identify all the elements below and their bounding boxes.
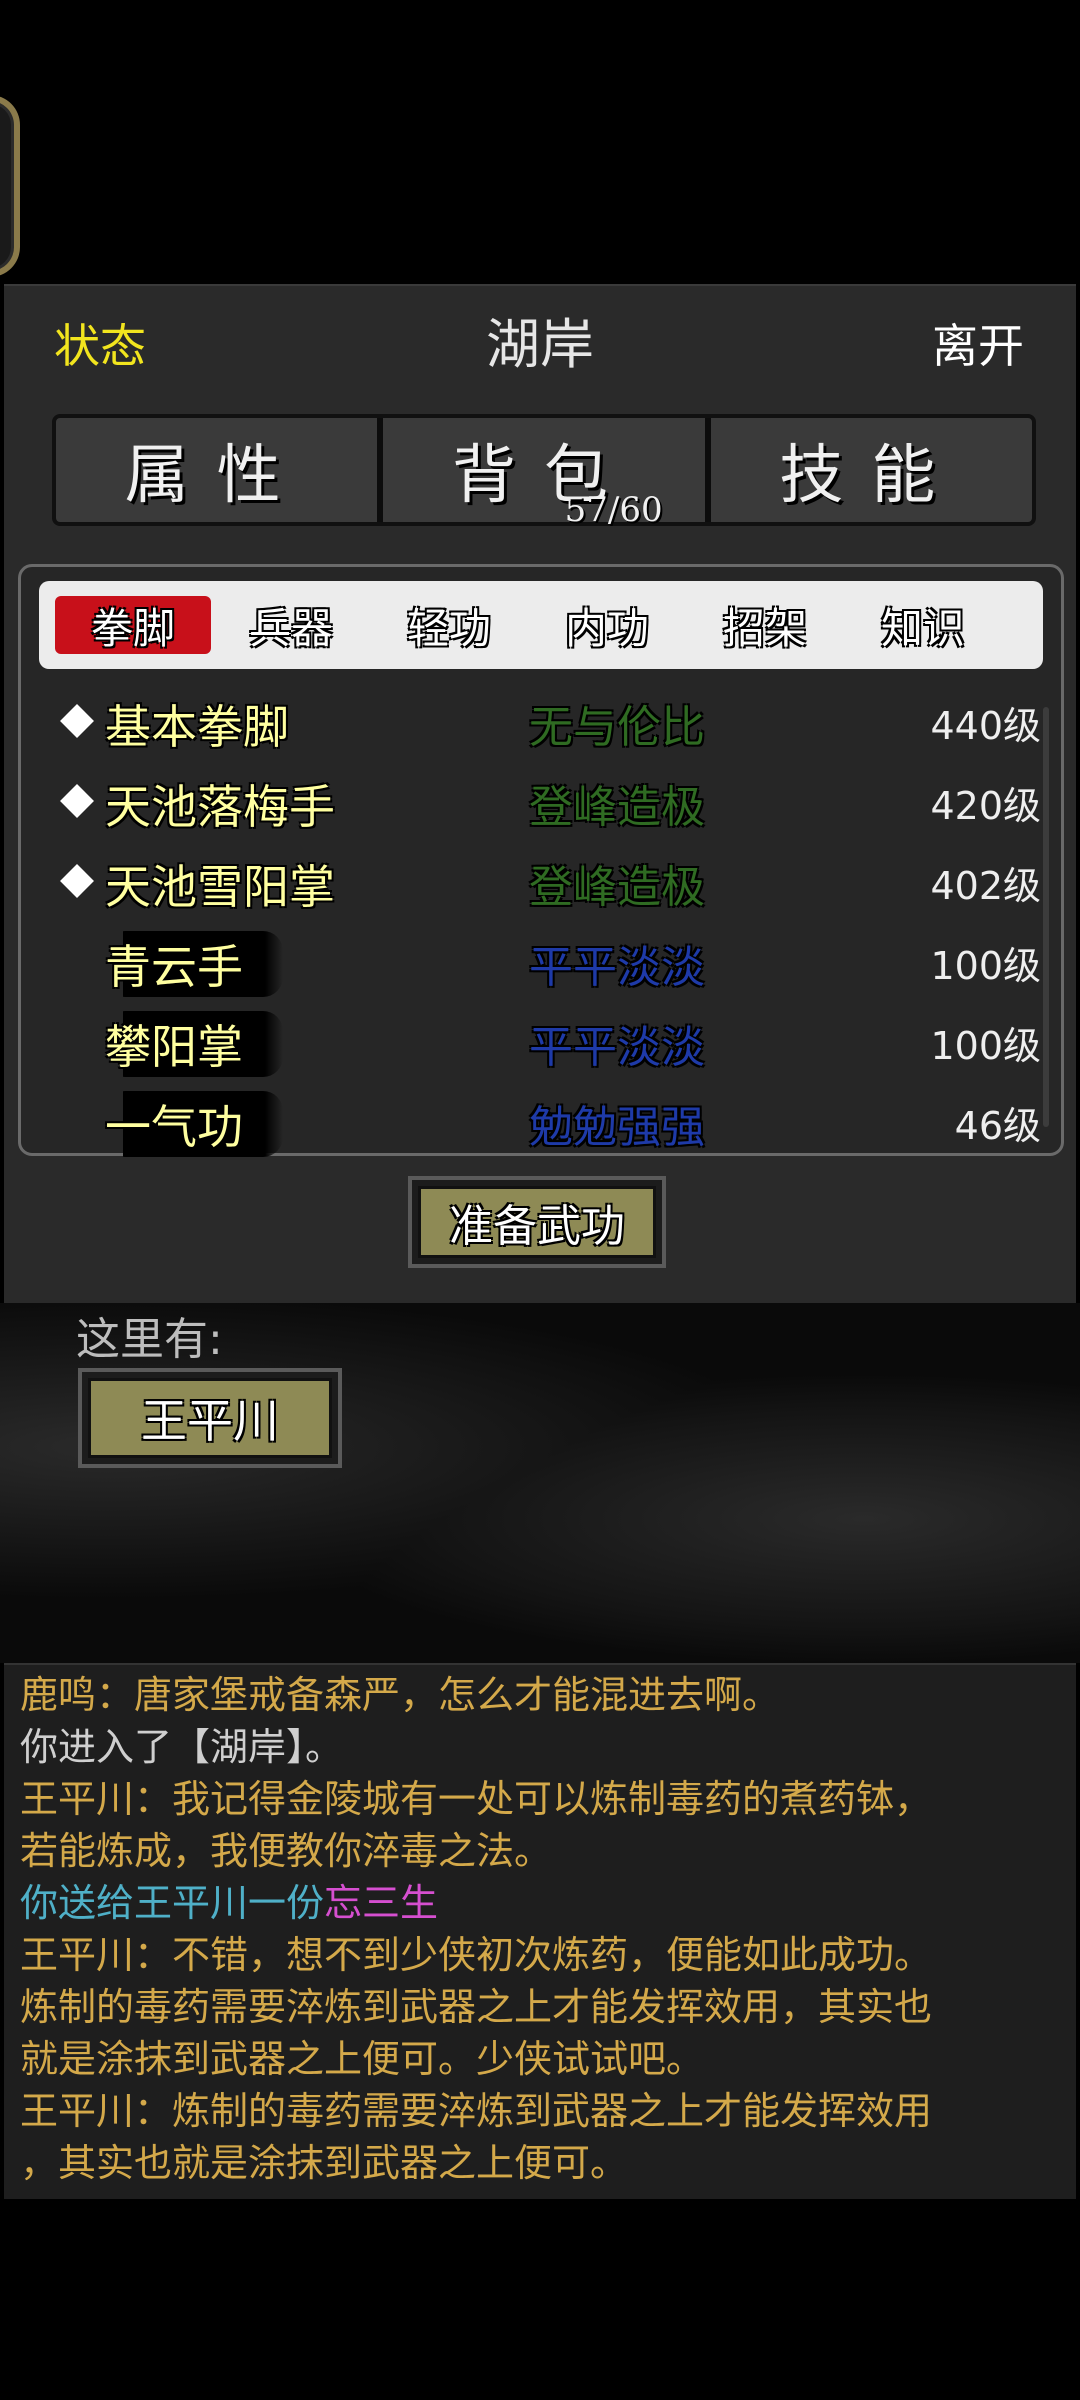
- category-parry[interactable]: 招架: [687, 596, 843, 654]
- log-line: 若能炼成，我便教你淬毒之法。: [20, 1825, 1062, 1877]
- skill-level: 420级: [930, 784, 1041, 828]
- leave-button[interactable]: 离开: [932, 310, 1024, 376]
- skill-level: 402级: [930, 864, 1041, 908]
- log-line: 炼制的毒药需要淬炼到武器之上才能发挥效用，其实也: [20, 1981, 1062, 2033]
- skill-row[interactable]: 天池落梅手 登峰造极 420级: [21, 765, 1041, 845]
- category-fist[interactable]: 拳脚: [55, 596, 211, 654]
- category-weapon[interactable]: 兵器: [213, 596, 369, 654]
- npc-button[interactable]: 王平川: [78, 1368, 342, 1468]
- log-text: 王平川：我记得金陵城有一处可以炼制毒药的煮药钵，: [20, 1777, 933, 1821]
- equipped-diamond-icon: [60, 784, 94, 818]
- tab-skills[interactable]: 技能: [704, 418, 1032, 522]
- location-title: 湖岸: [486, 313, 594, 376]
- log-text: 鹿鸣：唐家堡戒备森严，怎么才能混进去啊。: [20, 1673, 781, 1717]
- skill-name: 一气功: [105, 1091, 283, 1157]
- log-text: 忘三生: [324, 1881, 439, 1925]
- equipped-diamond-icon: [60, 864, 94, 898]
- log-text: 你进入了【湖岸】。: [20, 1725, 344, 1769]
- category-internal[interactable]: 内功: [529, 596, 685, 654]
- skill-grade: 平平淡淡: [529, 1022, 705, 1073]
- skill-row[interactable]: 青云手 平平淡淡 100级: [21, 925, 1041, 1005]
- log-line: 就是涂抹到武器之上便可。少侠试试吧。: [20, 2033, 1062, 2085]
- main-tabs: 属性 背包 57/60 技能: [52, 414, 1036, 530]
- log-line: 你送给王平川一份忘三生: [20, 1877, 1062, 1929]
- log-line: 王平川：我记得金陵城有一处可以炼制毒药的煮药钵，: [20, 1773, 1062, 1825]
- skill-level: 100级: [930, 1024, 1041, 1068]
- corner-ornament: [0, 95, 20, 277]
- skill-row[interactable]: 天池雪阳掌 登峰造极 402级: [21, 845, 1041, 925]
- log-text: 若能炼成，我便教你淬毒之法。: [20, 1829, 553, 1873]
- npc-name: 王平川: [88, 1378, 332, 1458]
- skill-panel: 状态 湖岸 离开 属性 背包 57/60 技能 拳脚 兵器 轻功 内功 招架 知…: [4, 284, 1076, 1303]
- category-lightness[interactable]: 轻功: [371, 596, 527, 654]
- skill-name: 青云手: [105, 931, 283, 997]
- log-text: 你送给王平川一份: [20, 1881, 325, 1925]
- category-knowledge[interactable]: 知识: [845, 596, 1001, 654]
- log-text: 炼制的毒药需要淬炼到武器之上才能发挥效用，其实也: [20, 1985, 933, 2029]
- category-bar: 拳脚 兵器 轻功 内功 招架 知识: [39, 581, 1043, 669]
- skill-name: 天池落梅手: [105, 780, 335, 834]
- skill-grade: 平平淡淡: [529, 942, 705, 993]
- skill-row[interactable]: 基本拳脚 无与伦比 440级: [21, 685, 1041, 765]
- tab-attributes[interactable]: 属性: [56, 418, 377, 522]
- log-line: 你进入了【湖岸】。: [20, 1721, 1062, 1773]
- skill-grade: 登峰造极: [529, 862, 705, 913]
- log-text: 王平川：炼制的毒药需要淬炼到武器之上才能发挥效用: [20, 2089, 933, 2133]
- scrollbar[interactable]: [1043, 707, 1049, 1127]
- tab-skills-label: 技能: [779, 439, 964, 513]
- skill-level: 100级: [930, 944, 1041, 988]
- log-line: ，其实也就是涂抹到武器之上便可。: [20, 2137, 1062, 2189]
- log-text: ，其实也就是涂抹到武器之上便可。: [20, 2141, 629, 2185]
- equipped-diamond-icon: [60, 704, 94, 738]
- location-scene: 这里有: 王平川: [0, 1303, 1080, 1663]
- prepare-button-label: 准备武功: [418, 1186, 656, 1258]
- tab-attributes-label: 属性: [124, 439, 309, 513]
- skill-list-box: 拳脚 兵器 轻功 内功 招架 知识 基本拳脚 无与伦比 440级 天池落梅手 登峰造极 4…: [18, 564, 1064, 1157]
- tab-inventory[interactable]: 背包 57/60: [377, 418, 704, 530]
- skill-level: 46级: [954, 1104, 1041, 1148]
- skill-name: 天池雪阳掌: [105, 860, 335, 914]
- log-line: 王平川：不错，想不到少侠初次炼药，便能如此成功。: [20, 1929, 1062, 1981]
- skill-name: 基本拳脚: [105, 700, 289, 754]
- skill-name: 攀阳掌: [105, 1011, 283, 1077]
- log-line: 王平川：炼制的毒药需要淬炼到武器之上才能发挥效用: [20, 2085, 1062, 2137]
- log-text: 就是涂抹到武器之上便可。少侠试试吧。: [20, 2037, 705, 2081]
- skill-row[interactable]: 攀阳掌 平平淡淡 100级: [21, 1005, 1041, 1085]
- log-line: 鹿鸣：唐家堡戒备森严，怎么才能混进去啊。: [20, 1669, 1062, 1721]
- here-label: 这里有:: [76, 1314, 223, 1365]
- prepare-martial-arts-button[interactable]: 准备武功: [408, 1176, 666, 1268]
- message-log[interactable]: 鹿鸣：唐家堡戒备森严，怎么才能混进去啊。 你进入了【湖岸】。王平川：我记得金陵城有…: [4, 1663, 1076, 2199]
- skill-list: 基本拳脚 无与伦比 440级 天池落梅手 登峰造极 420级 天池雪阳掌 登峰造极 402级 青云…: [21, 685, 1041, 1165]
- skill-level: 440级: [930, 704, 1041, 748]
- skill-row[interactable]: 一气功 勉勉强强 46级: [21, 1085, 1041, 1165]
- skill-grade: 登峰造极: [529, 782, 705, 833]
- inventory-count: 57/60: [564, 490, 663, 530]
- skill-grade: 无与伦比: [529, 702, 705, 753]
- log-text: 王平川：不错，想不到少侠初次炼药，便能如此成功。: [20, 1933, 933, 1977]
- skill-grade: 勉勉强强: [529, 1102, 705, 1153]
